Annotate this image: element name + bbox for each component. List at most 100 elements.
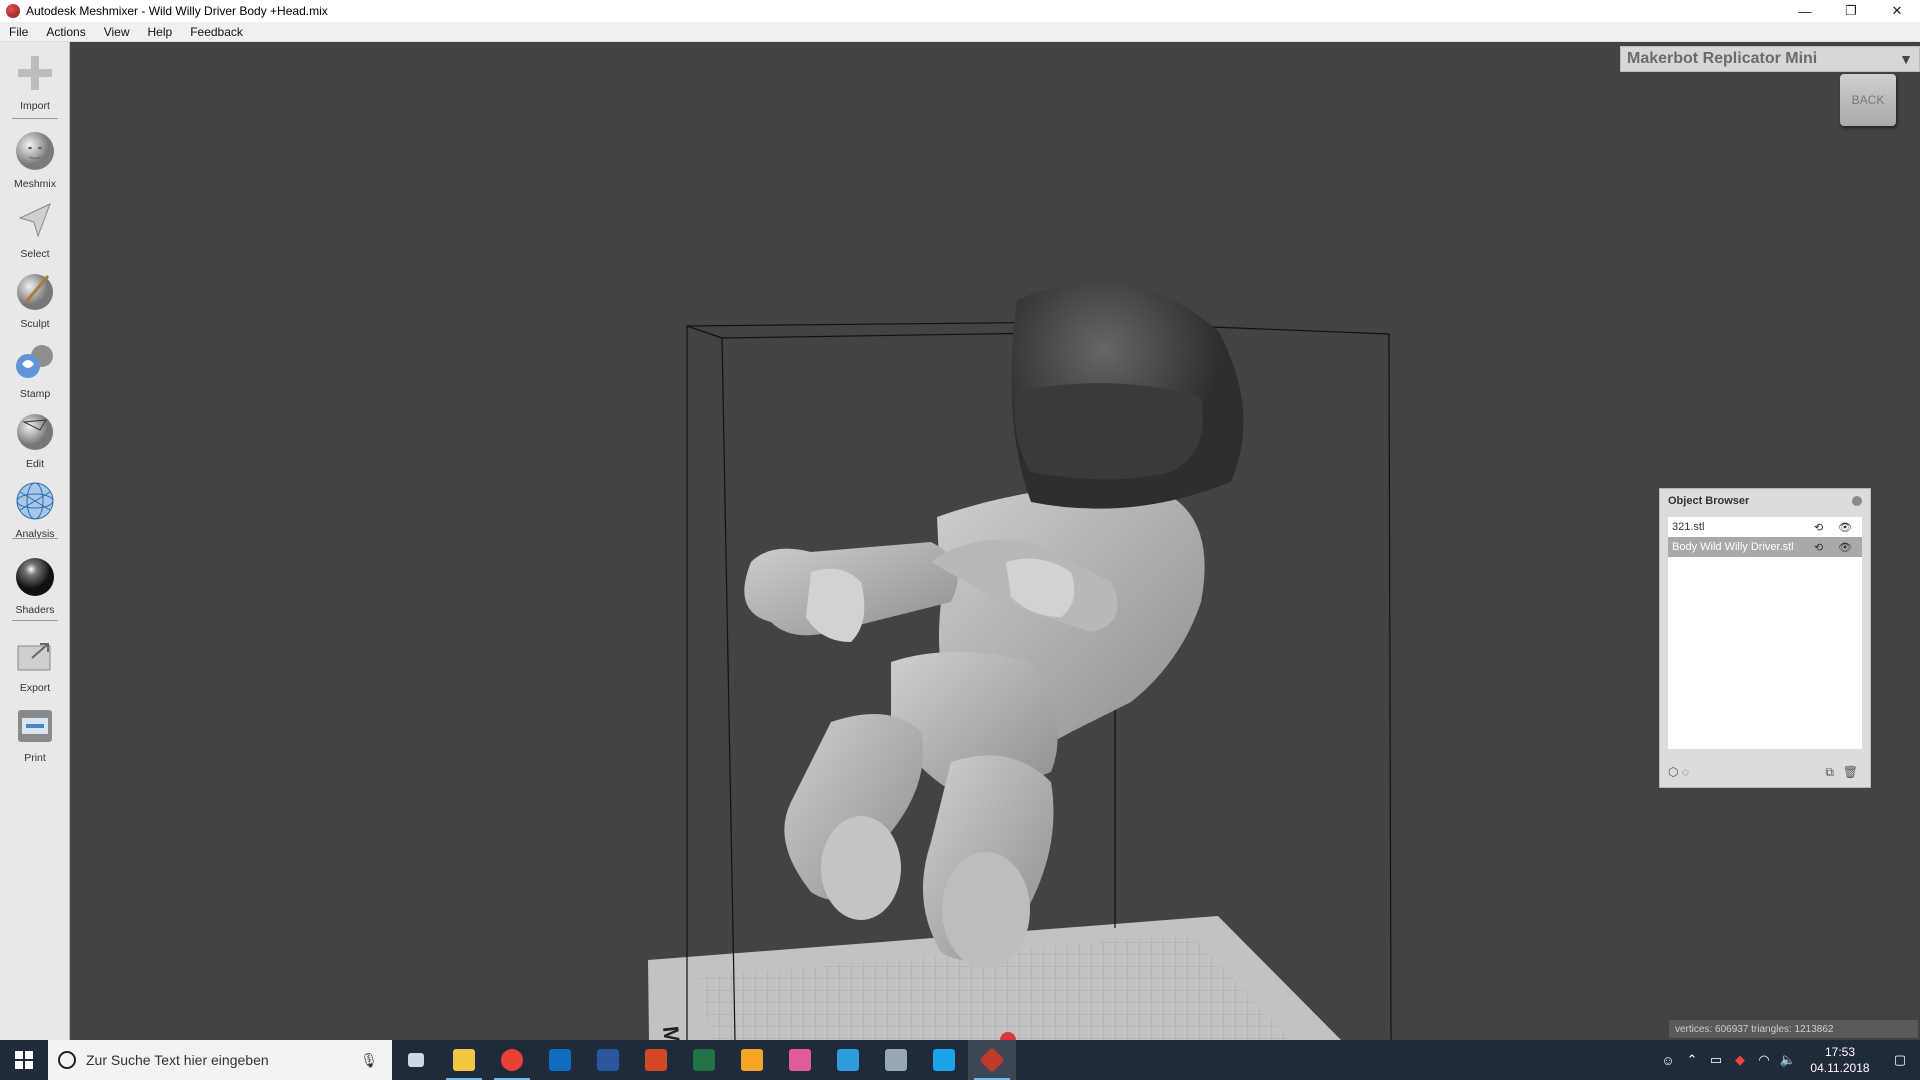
restore-button[interactable]: ❐: [1828, 0, 1874, 22]
tool-sculpt[interactable]: Sculpt: [0, 270, 70, 330]
duplicate-icon[interactable]: ⧉: [1825, 765, 1834, 780]
tool-shaders[interactable]: Shaders: [0, 556, 70, 616]
tool-select-label: Select: [20, 248, 50, 260]
powerpoint-icon: [645, 1049, 667, 1071]
eye-icon[interactable]: 👁: [1838, 541, 1854, 554]
3d-viewport[interactable]: Makerb: [71, 42, 1920, 1040]
cube-icon[interactable]: ⬡: [1668, 765, 1678, 779]
folder-icon: [453, 1049, 475, 1071]
task-view-button[interactable]: [392, 1040, 440, 1080]
tool-stamp-label: Stamp: [19, 388, 51, 400]
start-button[interactable]: [0, 1040, 48, 1080]
taskbar-powerpoint[interactable]: [632, 1040, 680, 1080]
menu-help[interactable]: Help: [139, 25, 182, 39]
lock-icon[interactable]: ⟲: [1814, 521, 1826, 534]
edit-sphere-icon: [17, 414, 53, 450]
object-browser-footer: ⬡ ◌ ⧉ 🗑: [1668, 765, 1862, 781]
toolbar-divider: [12, 620, 58, 621]
clock-date: 04.11.2018: [1810, 1061, 1870, 1075]
export-folder-icon: [17, 643, 51, 671]
scene-render: Makerb: [648, 282, 1392, 1040]
tool-print[interactable]: Print: [0, 704, 70, 764]
window-title: Autodesk Meshmixer - Wild Willy Driver B…: [26, 4, 328, 18]
driver-model: [744, 282, 1244, 968]
brush-sphere-icon: [17, 274, 53, 310]
tool-export[interactable]: Export: [0, 634, 70, 694]
menu-file[interactable]: File: [0, 25, 37, 39]
excel-icon: [693, 1049, 715, 1071]
eye-icon[interactable]: 👁: [1838, 521, 1854, 534]
menu-bar: File Actions View Help Feedback: [0, 22, 1920, 42]
taskbar-control-panel[interactable]: [872, 1040, 920, 1080]
ccleaner-icon: [933, 1049, 955, 1071]
tool-edit-label: Edit: [25, 458, 45, 470]
chevron-up-icon[interactable]: ⌃: [1680, 1052, 1704, 1068]
rotate-icon[interactable]: ◌: [1682, 765, 1689, 779]
object-name: 321.stl: [1672, 521, 1705, 533]
menu-feedback[interactable]: Feedback: [181, 25, 252, 39]
taskbar-paint[interactable]: [776, 1040, 824, 1080]
outlook-icon: [549, 1049, 571, 1071]
tool-stamp[interactable]: Stamp: [0, 340, 70, 400]
taskbar-word[interactable]: [584, 1040, 632, 1080]
taskbar-chrome[interactable]: [488, 1040, 536, 1080]
microphone-icon[interactable]: 🎙: [360, 1052, 378, 1069]
printer-select[interactable]: Makerbot Replicator Mini ▼: [1620, 46, 1920, 72]
tool-import-label: Import: [20, 100, 50, 112]
shader-ball-icon: [16, 558, 54, 596]
notification-icon[interactable]: ▢: [1880, 1052, 1920, 1068]
volume-icon[interactable]: 🔈: [1776, 1052, 1800, 1068]
lock-icon[interactable]: ⟲: [1814, 541, 1826, 554]
list-item[interactable]: Body Wild Willy Driver.stl ⟲ 👁: [1668, 537, 1862, 557]
taskbar-app-blue[interactable]: [824, 1040, 872, 1080]
wireframe-sphere-icon: [16, 482, 54, 520]
chrome-icon: [501, 1049, 523, 1071]
windows-logo-icon: [15, 1051, 33, 1069]
taskbar-search[interactable]: Zur Suche Text hier eingeben 🎙: [48, 1040, 392, 1080]
trash-icon[interactable]: 🗑: [1843, 765, 1858, 779]
taskbar-fusion[interactable]: [728, 1040, 776, 1080]
meshmixer-icon: [979, 1047, 1005, 1073]
taskbar-excel[interactable]: [680, 1040, 728, 1080]
object-name: Body Wild Willy Driver.stl: [1672, 541, 1794, 553]
taskbar-ccleaner[interactable]: [920, 1040, 968, 1080]
cortana-icon: [58, 1051, 76, 1069]
printer-icon: [18, 710, 52, 742]
menu-view[interactable]: View: [95, 25, 139, 39]
tool-edit[interactable]: Edit: [0, 410, 70, 470]
toolbar-divider: [12, 118, 58, 119]
taskbar-outlook[interactable]: [536, 1040, 584, 1080]
list-item[interactable]: 321.stl ⟲ 👁: [1668, 517, 1862, 537]
people-icon[interactable]: ☺: [1656, 1053, 1680, 1068]
face-sphere-icon: [16, 132, 54, 170]
tool-sculpt-label: Sculpt: [20, 318, 50, 330]
close-button[interactable]: ✕: [1874, 0, 1920, 22]
tablet-icon[interactable]: ▭: [1704, 1052, 1728, 1068]
chevron-down-icon: ▼: [1899, 51, 1913, 67]
tool-select[interactable]: Select: [0, 200, 70, 260]
menu-actions[interactable]: Actions: [37, 25, 94, 39]
tool-meshmix[interactable]: Meshmix: [0, 130, 70, 190]
printer-name: Makerbot Replicator Mini: [1627, 50, 1818, 67]
close-icon[interactable]: [1852, 496, 1862, 506]
left-toolbar: Import Meshmix Select Sculpt Stamp Edit …: [0, 42, 70, 1040]
acrobat-icon[interactable]: ◆: [1728, 1052, 1752, 1068]
fusion-icon: [741, 1049, 763, 1071]
view-cube[interactable]: BACK: [1840, 74, 1896, 126]
tool-meshmix-label: Meshmix: [13, 178, 56, 190]
taskbar-file-explorer[interactable]: [440, 1040, 488, 1080]
mesh-stats: vertices: 606937 triangles: 1213862: [1669, 1020, 1918, 1038]
windows-taskbar: Zur Suche Text hier eingeben 🎙 ☺ ⌃ ▭ ◆ ◠…: [0, 1040, 1920, 1080]
taskbar-meshmixer[interactable]: [968, 1040, 1016, 1080]
tool-analysis[interactable]: Analysis: [0, 480, 70, 540]
object-list: 321.stl ⟲ 👁 Body Wild Willy Driver.stl ⟲…: [1668, 517, 1862, 749]
toolbar-divider: [12, 538, 58, 539]
wifi-icon[interactable]: ◠: [1752, 1052, 1776, 1068]
taskbar-clock[interactable]: 17:53 04.11.2018: [1800, 1044, 1880, 1076]
minimize-button[interactable]: —: [1782, 0, 1828, 22]
system-tray: ☺ ⌃ ▭ ◆ ◠ 🔈 17:53 04.11.2018 ▢: [1656, 1040, 1920, 1080]
tool-import[interactable]: Import: [0, 52, 70, 112]
tool-export-label: Export: [19, 682, 51, 694]
object-browser-panel: Object Browser 321.stl ⟲ 👁 Body Wild Wil…: [1659, 488, 1871, 788]
stamp-icon: [16, 345, 53, 378]
